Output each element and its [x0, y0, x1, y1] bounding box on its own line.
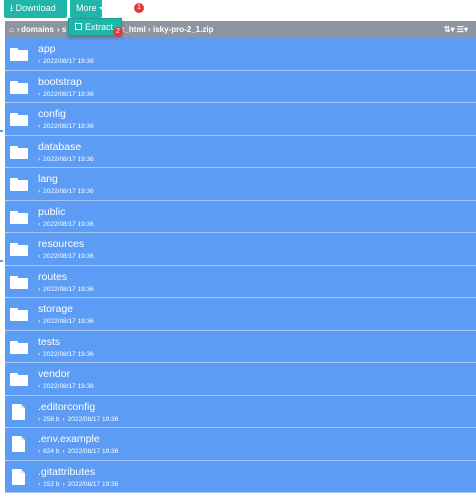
folder-icon: [10, 145, 28, 159]
item-name: config: [38, 108, 67, 120]
folder-icon: [10, 48, 28, 61]
step-marker-2: 2: [113, 27, 123, 37]
breadcrumb-item-current: isky-pro-2_1.zip: [153, 25, 214, 34]
list-item[interactable]: storage › 2022/08/17 19:36: [5, 298, 476, 331]
item-name: lang: [38, 173, 58, 185]
download-label: Download: [15, 3, 56, 13]
folder-icon: [10, 308, 28, 321]
item-name: app: [38, 43, 56, 55]
item-date: 2022/08/17 19:36: [67, 480, 119, 488]
item-name: .gitattributes: [38, 465, 96, 478]
list-item[interactable]: vendor › 2022/08/17 19:38: [5, 363, 476, 396]
folder-icon: [10, 340, 28, 354]
breadcrumb-item[interactable]: c_html: [120, 21, 146, 38]
item-date: 2022/08/17 19:36: [43, 350, 94, 358]
item-name: .editorconfig: [38, 400, 96, 413]
item-name: bootstrap: [38, 75, 82, 88]
item-name: vendor: [38, 368, 71, 380]
item-date: 2022/08/17 19:36: [43, 220, 94, 228]
item-date: 2022/08/17 19:36: [43, 123, 94, 130]
folder-icon: [10, 243, 28, 256]
extract-label: Extract: [85, 22, 114, 32]
home-icon[interactable]: ⌂: [9, 21, 14, 38]
download-button[interactable]: ⭳ Download: [4, 0, 67, 18]
item-date: 2022/08/17 19:36: [43, 253, 94, 260]
list-item[interactable]: bootstrap › 2022/08/17 19:36: [5, 70, 476, 103]
item-name: database: [38, 140, 82, 153]
list-item[interactable]: routes › 2022/08/17 19:36: [5, 265, 476, 298]
file-icon: [12, 436, 25, 452]
item-name: routes: [38, 270, 68, 283]
folder-icon: [10, 210, 28, 224]
list-item[interactable]: resources › 2022/08/17 19:36: [5, 233, 476, 266]
list-item[interactable]: app › 2022/08/17 19:36: [5, 38, 476, 71]
item-name: storage: [38, 303, 74, 315]
step-marker-1: 1: [134, 3, 144, 13]
item-size: 152 b: [43, 480, 60, 488]
list-item[interactable]: lang › 2022/08/17 19:36: [5, 168, 476, 201]
download-icon: ⭳: [10, 3, 14, 13]
item-date: 2022/08/17 19:36: [67, 448, 119, 455]
file-list: app › 2022/08/17 19:36 bootstrap › 2022/08…: [5, 38, 476, 493]
list-item[interactable]: .env.example › 824 b › 2022/08/17 19:36: [5, 428, 476, 461]
item-date: 2022/08/17 19:36: [43, 285, 94, 293]
item-name: tests: [38, 335, 61, 348]
list-item[interactable]: config › 2022/08/17 19:36: [5, 103, 476, 136]
folder-icon: [10, 275, 28, 289]
item-size: 824 b: [43, 448, 60, 455]
item-date: 2022/08/17 19:36: [67, 415, 119, 423]
list-item[interactable]: public › 2022/08/17 19:36: [5, 200, 476, 233]
item-date: 2022/08/17 19:36: [43, 58, 94, 65]
item-date: 2022/08/17 19:38: [43, 383, 94, 390]
item-size: 258 b: [43, 415, 60, 423]
item-date: 2022/08/17 19:36: [43, 188, 94, 195]
list-item[interactable]: database › 2022/08/17 19:36: [5, 135, 476, 168]
file-icon: [12, 403, 25, 420]
item-date: 2022/08/17 19:36: [43, 155, 94, 163]
list-item[interactable]: .gitattributes › 152 b › 2022/08/17 19:36: [5, 460, 476, 493]
breadcrumb-item[interactable]: domains: [21, 21, 54, 38]
item-name: public: [38, 205, 66, 218]
breadcrumb-item[interactable]: s: [62, 21, 66, 38]
folder-icon: [10, 113, 28, 126]
list-item[interactable]: tests › 2022/08/17 19:36: [5, 330, 476, 363]
list-item[interactable]: .editorconfig › 258 b › 2022/08/17 19:36: [5, 395, 476, 428]
folder-icon: [10, 80, 28, 94]
caret-down-icon: [98, 7, 105, 11]
folder-icon: [10, 373, 28, 386]
item-name: .env.example: [38, 433, 100, 445]
more-button[interactable]: More: [70, 0, 105, 18]
file-icon: [12, 468, 25, 485]
more-label: More: [76, 3, 97, 13]
item-date: 2022/08/17 19:36: [43, 90, 94, 98]
item-name: resources: [38, 238, 85, 250]
folder-icon: [10, 178, 28, 191]
extract-icon: [75, 23, 82, 31]
item-date: 2022/08/17 19:36: [43, 318, 94, 325]
sort-icon[interactable]: ⇅▾ ☰▾: [444, 21, 468, 38]
toolbar: ⭳ Download More: [0, 0, 476, 20]
